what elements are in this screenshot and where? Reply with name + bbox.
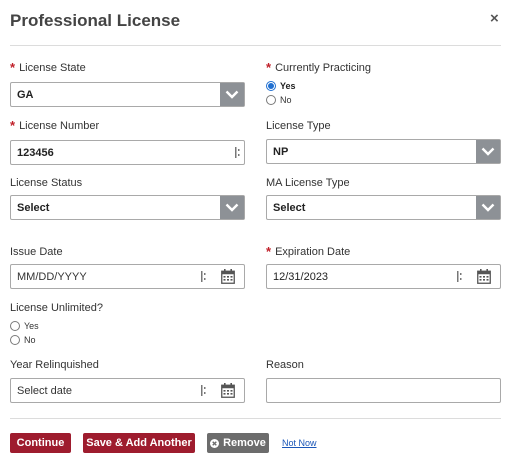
- grip-icon: [457, 271, 462, 282]
- year-relinquished-label-row: Year Relinquished: [10, 359, 99, 371]
- license-state-value: GA: [17, 88, 34, 101]
- ma-license-type-label-row: MA License Type: [266, 177, 350, 189]
- license-status-label: License Status: [10, 177, 83, 189]
- grip-icon: [235, 147, 240, 158]
- calendar-icon[interactable]: [477, 269, 491, 284]
- chevron-down-icon: [220, 196, 244, 219]
- grip-icon: [201, 385, 206, 396]
- currently-practicing-label: Currently Practicing: [275, 62, 372, 74]
- license-status-label-row: License Status: [10, 177, 82, 189]
- license-type-select[interactable]: NP: [266, 139, 501, 164]
- expiration-date-value: 12/31/2023: [273, 270, 329, 283]
- practicing-no-radio[interactable]: [266, 95, 276, 105]
- reason-label-row: Reason: [266, 359, 304, 371]
- license-number-label-row: * License Number: [10, 118, 100, 133]
- ma-license-type-select[interactable]: Select: [266, 195, 501, 220]
- remove-circle-icon: [210, 438, 220, 448]
- license-status-select[interactable]: Select: [10, 195, 245, 220]
- modal-title: Professional License: [10, 11, 181, 30]
- chevron-down-icon: [476, 196, 500, 219]
- license-type-label-row: License Type: [266, 120, 331, 132]
- license-type-value: NP: [273, 145, 289, 158]
- practicing-no-label: No: [280, 95, 292, 105]
- practicing-yes-option[interactable]: Yes: [266, 81, 296, 91]
- close-icon[interactable]: ×: [490, 10, 499, 27]
- year-relinquished-input[interactable]: Select date: [10, 378, 245, 403]
- remove-button[interactable]: Remove: [207, 433, 269, 453]
- license-status-value: Select: [17, 201, 50, 214]
- unlimited-no-option[interactable]: No: [10, 335, 36, 345]
- license-state-label: License State: [19, 62, 86, 74]
- issue-date-input[interactable]: MM/DD/YYYY: [10, 264, 245, 289]
- required-marker: *: [10, 60, 16, 75]
- practicing-no-option[interactable]: No: [266, 95, 292, 105]
- required-marker: *: [266, 244, 272, 259]
- not-now-link[interactable]: Not Now: [282, 438, 317, 448]
- grip-icon: [201, 271, 206, 282]
- issue-date-label-row: Issue Date: [10, 246, 63, 258]
- currently-practicing-label-row: * Currently Practicing: [266, 60, 372, 75]
- required-marker: *: [10, 118, 16, 133]
- license-state-select[interactable]: GA: [10, 82, 245, 107]
- chevron-down-icon: [220, 83, 244, 106]
- unlimited-yes-radio[interactable]: [10, 321, 20, 331]
- reason-input[interactable]: [266, 378, 501, 403]
- practicing-yes-label: Yes: [280, 81, 296, 91]
- practicing-yes-radio[interactable]: [266, 81, 276, 91]
- issue-date-label: Issue Date: [10, 246, 63, 258]
- license-unlimited-label-row: License Unlimited?: [10, 302, 103, 314]
- license-number-value: 123456: [17, 146, 54, 159]
- continue-button[interactable]: Continue: [10, 433, 71, 453]
- reason-label: Reason: [266, 359, 304, 371]
- license-type-label: License Type: [266, 120, 331, 132]
- chevron-down-icon: [476, 140, 500, 163]
- calendar-icon[interactable]: [221, 383, 235, 398]
- footer-divider: [10, 418, 501, 419]
- expiration-date-label: Expiration Date: [275, 246, 351, 258]
- expiration-date-input[interactable]: 12/31/2023: [266, 264, 501, 289]
- ma-license-type-label: MA License Type: [266, 177, 350, 189]
- year-relinquished-placeholder: Select date: [17, 384, 73, 397]
- expiration-date-label-row: * Expiration Date: [266, 244, 351, 259]
- license-number-input[interactable]: 123456: [10, 140, 245, 165]
- header-divider: [10, 45, 501, 46]
- year-relinquished-label: Year Relinquished: [10, 359, 99, 371]
- ma-license-type-value: Select: [273, 201, 306, 214]
- remove-button-label: Remove: [223, 437, 266, 449]
- unlimited-no-label: No: [24, 335, 36, 345]
- license-unlimited-label: License Unlimited?: [10, 302, 103, 314]
- save-add-another-button[interactable]: Save & Add Another: [83, 433, 195, 453]
- unlimited-yes-option[interactable]: Yes: [10, 321, 39, 331]
- required-marker: *: [266, 60, 272, 75]
- calendar-icon[interactable]: [221, 269, 235, 284]
- unlimited-yes-label: Yes: [24, 321, 39, 331]
- license-number-label: License Number: [19, 120, 100, 132]
- issue-date-placeholder: MM/DD/YYYY: [17, 270, 87, 283]
- license-state-label-row: * License State: [10, 60, 86, 75]
- unlimited-no-radio[interactable]: [10, 335, 20, 345]
